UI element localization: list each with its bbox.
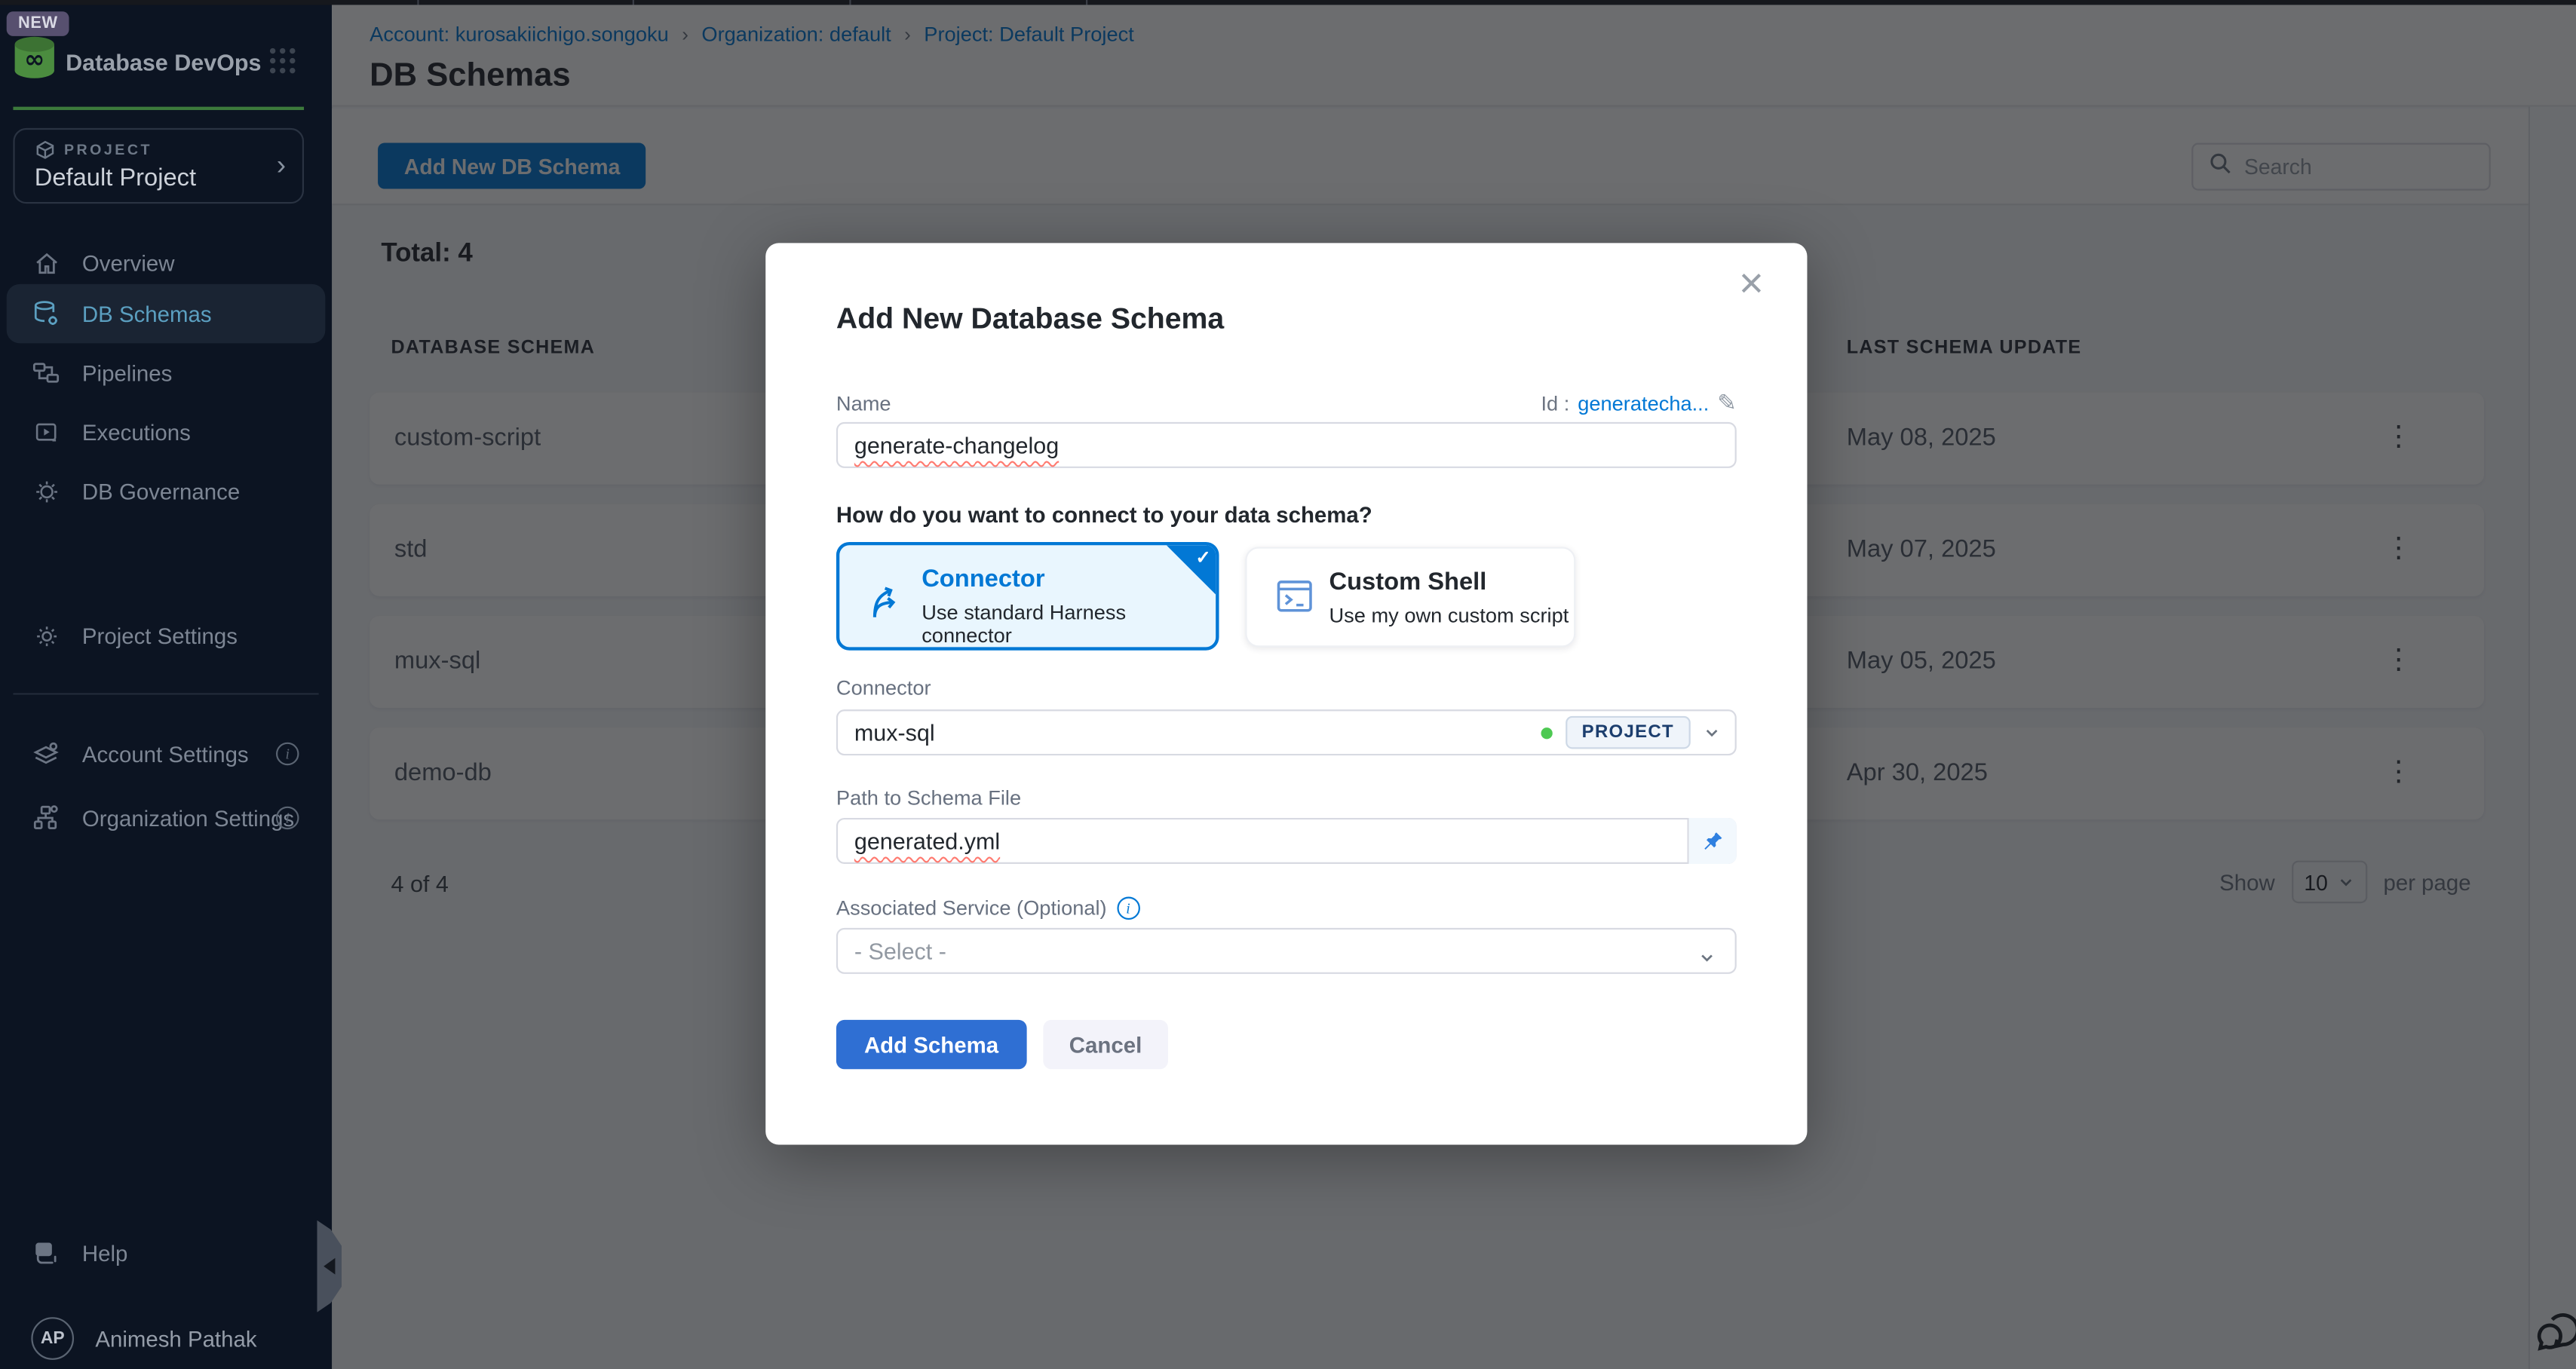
path-input[interactable]: generated.yml — [836, 818, 1737, 864]
avatar: AP — [31, 1317, 74, 1360]
pipelines-icon — [31, 358, 60, 387]
connector-branch-icon — [866, 578, 909, 632]
option-card-connector[interactable]: ✓ Connector Use standard Harness connect… — [836, 542, 1219, 651]
sidebar-item-label: DB Governance — [82, 479, 240, 504]
info-icon[interactable]: i — [276, 807, 299, 830]
user-name: Animesh Pathak — [95, 1326, 256, 1351]
id-prefix: Id : — [1541, 392, 1569, 415]
sidebar-item-label: Account Settings — [82, 742, 249, 767]
sidebar-item-label: Executions — [82, 420, 191, 445]
option-title: Connector — [922, 565, 1044, 593]
svg-text:?: ? — [41, 1244, 48, 1257]
sidebar-item-pipelines[interactable]: Pipelines — [0, 343, 332, 402]
id-value[interactable]: generatecha... — [1578, 392, 1709, 415]
option-subtitle: Use standard Harness connector — [922, 601, 1216, 647]
project-selector[interactable]: PROJECT Default Project › — [13, 128, 304, 204]
collapse-arrow-icon — [324, 1258, 335, 1275]
option-subtitle: Use my own custom script — [1329, 605, 1569, 628]
connect-question: How do you want to connect to your data … — [836, 503, 1372, 528]
modal-title: Add New Database Schema — [836, 302, 1224, 337]
layers-gear-icon — [31, 739, 60, 768]
add-schema-button[interactable]: Add Schema — [836, 1020, 1026, 1069]
svg-text:∞: ∞ — [24, 44, 44, 73]
close-icon[interactable]: × — [1728, 259, 1774, 305]
sidebar-item-db-schemas[interactable]: DB Schemas — [7, 284, 326, 343]
chevron-down-icon[interactable] — [1704, 724, 1720, 741]
chevron-down-icon — [1699, 949, 1716, 966]
add-db-schema-modal: × Add New Database Schema Name Id : gene… — [765, 243, 1807, 1144]
status-green-dot — [1541, 727, 1552, 738]
user-menu[interactable]: AP Animesh Pathak — [0, 1309, 332, 1367]
connector-input[interactable]: mux-sql PROJECT — [836, 709, 1737, 755]
path-label: Path to Schema File — [836, 787, 1021, 810]
option-title: Custom Shell — [1329, 568, 1486, 596]
sidebar: NEW ∞ Database DevOps PRO — [0, 5, 332, 1369]
db-schema-icon — [31, 299, 60, 329]
home-icon — [31, 248, 60, 277]
name-value: generate-changelog — [854, 432, 1059, 458]
associated-service-select[interactable]: - Select - — [836, 928, 1737, 974]
sidebar-item-executions[interactable]: Executions — [0, 403, 332, 461]
executions-icon — [31, 417, 60, 446]
check-icon: ✓ — [1196, 547, 1211, 568]
sidebar-item-label: Help — [82, 1241, 127, 1266]
name-input[interactable]: generate-changelog — [836, 422, 1737, 468]
sidebar-item-db-governance[interactable]: DB Governance — [0, 461, 332, 520]
project-selector-value: Default Project — [35, 164, 196, 192]
connector-label: Connector — [836, 677, 931, 700]
path-value: generated.yml — [854, 828, 1000, 854]
sidebar-divider — [13, 693, 318, 694]
org-gear-icon — [31, 803, 60, 832]
entity-id: Id : generatecha... ✎ — [1541, 389, 1736, 417]
pencil-edit-icon[interactable]: ✎ — [1717, 389, 1737, 417]
info-icon[interactable]: i — [276, 743, 299, 766]
project-selector-label: PROJECT — [64, 141, 152, 158]
app-title: Database DevOps — [66, 49, 261, 75]
sidebar-item-label: Project Settings — [82, 623, 238, 648]
terminal-icon — [1273, 575, 1316, 626]
app-root: NEW ∞ Database DevOps PRO — [0, 0, 2576, 1369]
info-icon[interactable]: i — [1117, 897, 1140, 920]
connector-value: mux-sql — [854, 719, 935, 746]
associated-service-label: Associated Service (Optional) i — [836, 897, 1139, 920]
scope-badge: PROJECT — [1566, 716, 1691, 749]
name-label: Name — [836, 393, 891, 416]
help-chat-icon: ? — [31, 1239, 60, 1268]
option-card-custom-shell[interactable]: Custom Shell Use my own custom script — [1245, 547, 1575, 647]
sidebar-item-account-settings[interactable]: Account Settings i — [0, 724, 332, 783]
sidebar-item-label: Overview — [82, 250, 175, 275]
chevron-right-icon: › — [277, 149, 286, 182]
gear-icon — [31, 621, 60, 651]
cancel-button[interactable]: Cancel — [1043, 1020, 1168, 1069]
module-grid-icon[interactable] — [266, 44, 299, 85]
brand-divider — [13, 107, 304, 110]
sidebar-item-help[interactable]: ? Help — [0, 1224, 332, 1282]
governance-gear-icon — [31, 476, 60, 506]
sidebar-item-label: DB Schemas — [82, 302, 212, 326]
select-placeholder: - Select - — [854, 938, 946, 964]
database-devops-logo-icon: ∞ — [10, 33, 59, 90]
sidebar-item-organization-settings[interactable]: Organization Settings i — [0, 789, 332, 847]
sidebar-item-label: Organization Settings — [82, 806, 294, 831]
sidebar-item-label: Pipelines — [82, 360, 172, 385]
associated-service-text: Associated Service (Optional) — [836, 897, 1107, 920]
sidebar-item-project-settings[interactable]: Project Settings — [0, 606, 332, 665]
browser-top-edge — [0, 0, 2576, 5]
pin-icon[interactable] — [1687, 818, 1736, 864]
